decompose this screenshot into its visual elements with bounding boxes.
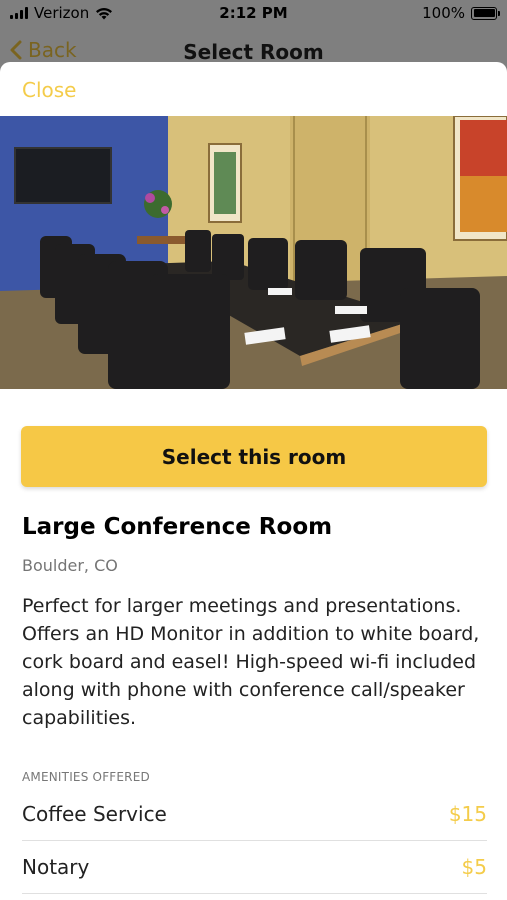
amenities-list: Coffee Service $15 Notary $5	[22, 788, 487, 894]
amenity-row[interactable]: Notary $5	[22, 841, 487, 894]
amenities-header: AMENITIES OFFERED	[22, 770, 150, 784]
battery-percent: 100%	[422, 4, 465, 22]
room-detail-sheet: Close Select this room Large Conference …	[0, 62, 507, 900]
room-description: Perfect for larger meetings and presenta…	[22, 595, 480, 729]
amenity-row[interactable]: Coffee Service $15	[22, 788, 487, 841]
room-location: Boulder, CO	[22, 556, 118, 575]
nav-bar: Back Select Room	[0, 26, 507, 66]
amenity-name: Notary	[22, 855, 90, 879]
close-button[interactable]: Close	[22, 78, 76, 102]
select-room-button[interactable]: Select this room	[21, 426, 487, 487]
battery-icon	[471, 6, 500, 20]
nav-title: Select Room	[183, 40, 324, 64]
amenity-price: $5	[461, 855, 487, 879]
status-bar: Verizon 2:12 PM 100%	[0, 0, 507, 26]
room-title: Large Conference Room	[22, 514, 333, 540]
room-photo	[0, 116, 507, 389]
amenity-name: Coffee Service	[22, 802, 167, 826]
amenity-price: $15	[448, 802, 487, 826]
